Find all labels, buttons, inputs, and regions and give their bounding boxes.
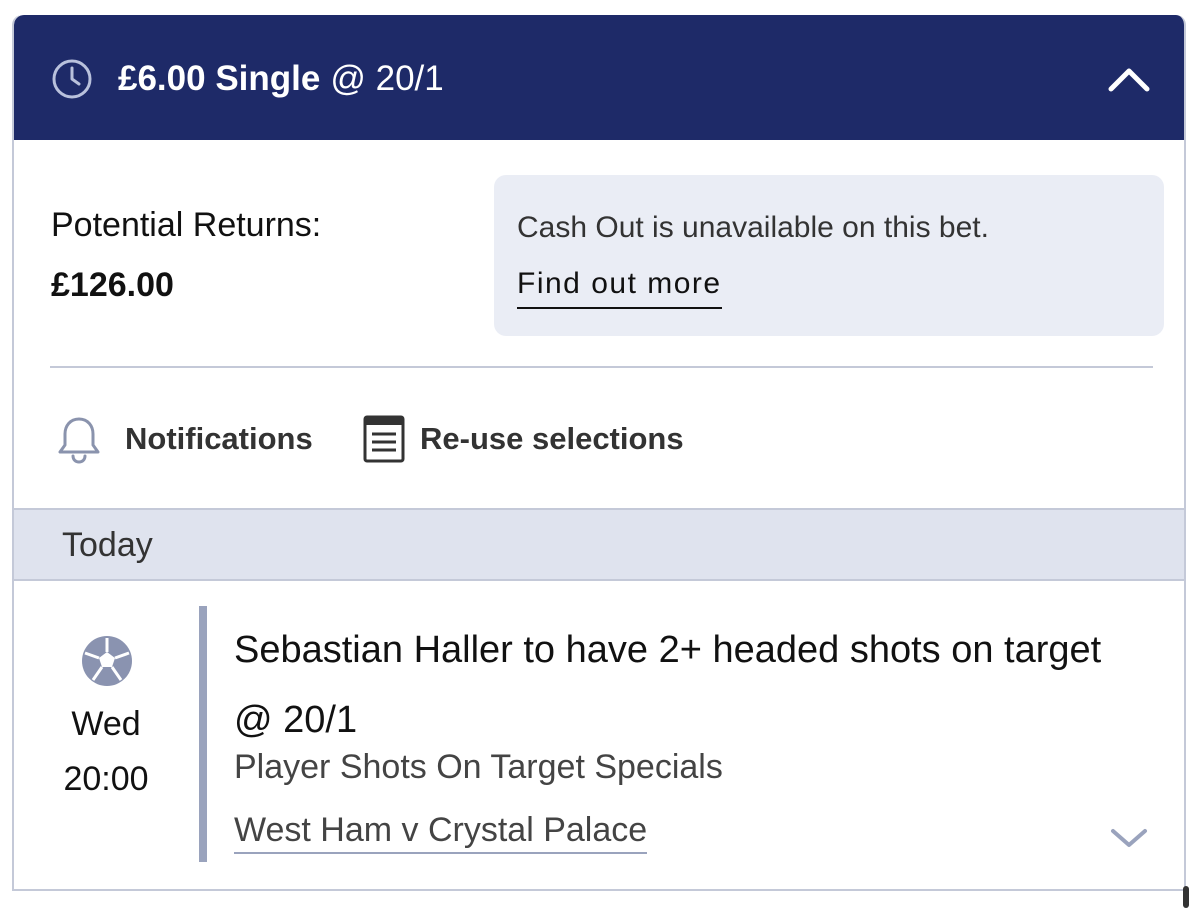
reuse-selections-button[interactable]: Re-use selections	[362, 413, 684, 465]
chevron-up-icon[interactable]	[1106, 64, 1152, 94]
bet-header[interactable]: £6.00 Single @ 20/1	[14, 15, 1184, 140]
scrollbar-thumb[interactable]	[1183, 886, 1189, 908]
selection-accent-bar	[199, 606, 207, 862]
document-list-icon	[363, 415, 405, 463]
bet-stake: £6.00	[118, 59, 206, 98]
football-icon	[82, 636, 132, 686]
event-time: 20:00	[63, 760, 149, 798]
event-day: Wed	[71, 705, 141, 743]
match-link[interactable]: West Ham v Crystal Palace	[234, 808, 648, 854]
notifications-button[interactable]: Notifications	[57, 413, 313, 465]
today-section-header: Today	[14, 508, 1184, 581]
potential-returns-value: £126.00	[51, 266, 174, 304]
bell-icon	[58, 417, 100, 464]
section-divider	[50, 366, 1153, 368]
cashout-info-box: Cash Out is unavailable on this bet. Fin…	[494, 175, 1164, 336]
notifications-label: Notifications	[125, 421, 313, 456]
clock-icon	[52, 59, 92, 99]
today-label: Today	[62, 526, 153, 564]
chevron-down-icon[interactable]	[1110, 827, 1148, 849]
selection-title: Sebastian Haller to have 2+ headed shots…	[234, 629, 1102, 741]
bet-odds: @ 20/1	[330, 59, 444, 98]
market-name: Player Shots On Target Specials	[234, 748, 723, 786]
bet-type: Single	[215, 59, 321, 98]
find-out-more-link[interactable]: Find out more	[517, 263, 722, 309]
cashout-message: Cash Out is unavailable on this bet.	[517, 211, 989, 244]
reuse-selections-label: Re-use selections	[420, 421, 684, 456]
bet-summary: £6.00 Single @ 20/1	[118, 55, 444, 103]
potential-returns-label: Potential Returns:	[51, 206, 322, 244]
bet-card: £6.00 Single @ 20/1 Potential Returns: £1…	[12, 15, 1186, 891]
